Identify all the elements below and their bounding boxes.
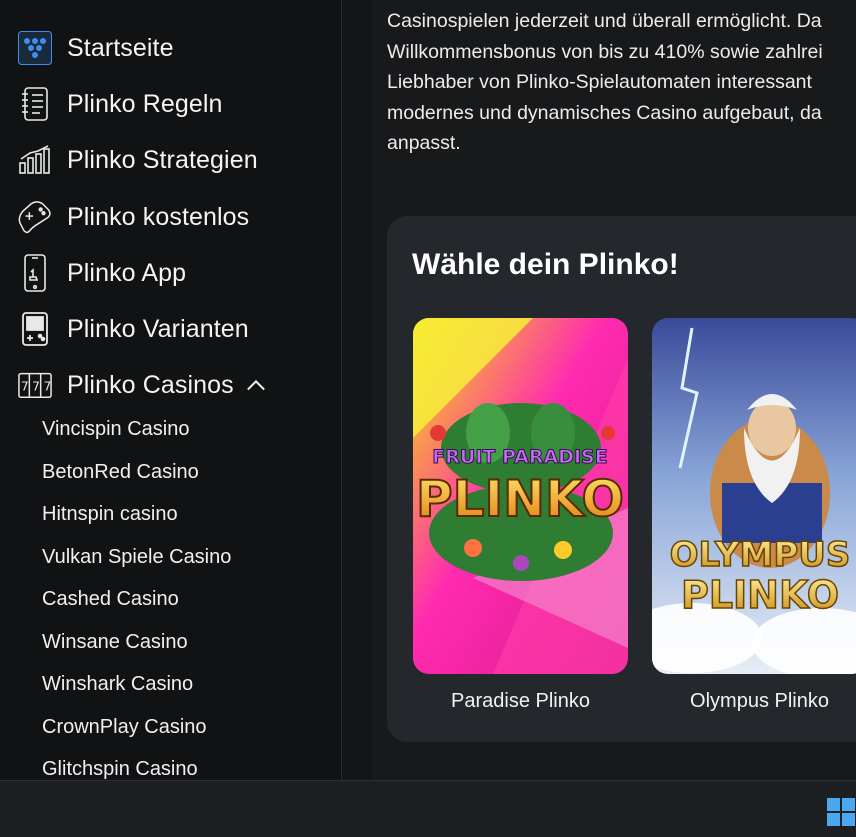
sidebar-item-plinko-casinos[interactable]: 7 7 7 Plinko Casinos — [18, 365, 266, 405]
plinko-logo-icon — [18, 30, 52, 66]
casino-link[interactable]: BetonRed Casino — [42, 461, 199, 484]
casino-link[interactable]: Hitnspin casino — [42, 503, 178, 526]
casino-link[interactable]: Winsane Casino — [42, 631, 188, 654]
main-content: Casinospielen jederzeit und überall ermö… — [342, 0, 856, 780]
sidebar-item-plinko-kostenlos[interactable]: Plinko kostenlos — [18, 197, 249, 237]
intro-line: Casinospielen jederzeit und überall ermö… — [387, 10, 822, 32]
game-tile-paradise-plinko[interactable]: FRUIT PARADISE PLINKO Paradise Plinko — [413, 318, 628, 713]
art-title-text: PLINKO — [416, 470, 624, 528]
casino-link[interactable]: Winshark Casino — [42, 673, 193, 696]
taskbar — [0, 780, 856, 837]
casino-link[interactable]: Cashed Casino — [42, 588, 179, 611]
svg-text:7: 7 — [32, 380, 40, 394]
card-title: Wähle dein Plinko! — [412, 248, 679, 281]
sidebar-item-plinko-strategien[interactable]: Plinko Strategien — [18, 140, 258, 180]
sidebar: Startseite Plinko Regeln Plinko Strategi… — [0, 0, 342, 780]
game-thumbnail[interactable]: OLYMPUS PLINKO — [652, 318, 856, 674]
intro-line: anpasst. — [387, 132, 461, 154]
casino-link[interactable]: Vincispin Casino — [42, 418, 190, 441]
choose-plinko-card: Wähle dein Plinko! FRUIT PARADISE PLINKO… — [387, 216, 856, 742]
art-subtitle-text: OLYMPUS — [670, 535, 851, 575]
sidebar-item-startseite[interactable]: Startseite — [18, 28, 174, 68]
intro-text: Casinospielen jederzeit und überall ermö… — [387, 6, 856, 159]
sidebar-item-label: Plinko Strategien — [67, 145, 258, 174]
game-name: Olympus Plinko — [690, 690, 829, 712]
art-title-text: PLINKO — [681, 573, 839, 617]
svg-text:7: 7 — [44, 380, 52, 394]
casino-link[interactable]: Glitchspin Casino — [42, 758, 198, 780]
game-name: Paradise Plinko — [451, 690, 590, 712]
game-tile-olympus-plinko[interactable]: OLYMPUS PLINKO Olympus Plinko — [652, 318, 856, 713]
sidebar-item-label: Plinko Varianten — [67, 314, 249, 343]
svg-text:7: 7 — [21, 380, 29, 394]
sidebar-item-plinko-app[interactable]: Plinko App — [18, 253, 186, 293]
art-subtitle-text: FRUIT PARADISE — [432, 446, 607, 468]
intro-line: Willkommensbonus von bis zu 410% sowie z… — [387, 40, 823, 63]
sidebar-item-label: Plinko App — [67, 258, 187, 287]
sidebar-item-label: Startseite — [67, 33, 174, 62]
slot-machine-icon: 7 7 7 — [18, 367, 52, 403]
intro-line: modernes und dynamisches Casino aufgebau… — [387, 101, 822, 124]
content-gutter — [342, 0, 372, 780]
smartphone-icon — [18, 254, 52, 292]
casino-link[interactable]: Vulkan Spiele Casino — [42, 546, 231, 569]
bar-chart-icon — [18, 142, 52, 178]
sidebar-item-plinko-varianten[interactable]: Plinko Varianten — [18, 309, 249, 349]
sidebar-item-label: Plinko kostenlos — [67, 202, 250, 231]
windows-start-icon[interactable] — [826, 797, 856, 827]
intro-line: Liebhaber von Plinko-Spielautomaten inte… — [387, 71, 812, 93]
rules-notebook-icon — [18, 86, 52, 122]
sidebar-item-label: Plinko Casinos — [67, 370, 234, 399]
sidebar-item-plinko-regeln[interactable]: Plinko Regeln — [18, 84, 223, 124]
game-thumbnail[interactable]: FRUIT PARADISE PLINKO — [413, 318, 628, 674]
chevron-up-icon[interactable] — [246, 375, 266, 395]
handheld-console-icon — [18, 311, 52, 347]
casino-link[interactable]: CrownPlay Casino — [42, 716, 207, 739]
sidebar-item-label: Plinko Regeln — [67, 89, 223, 118]
gamepad-icon — [18, 199, 52, 235]
